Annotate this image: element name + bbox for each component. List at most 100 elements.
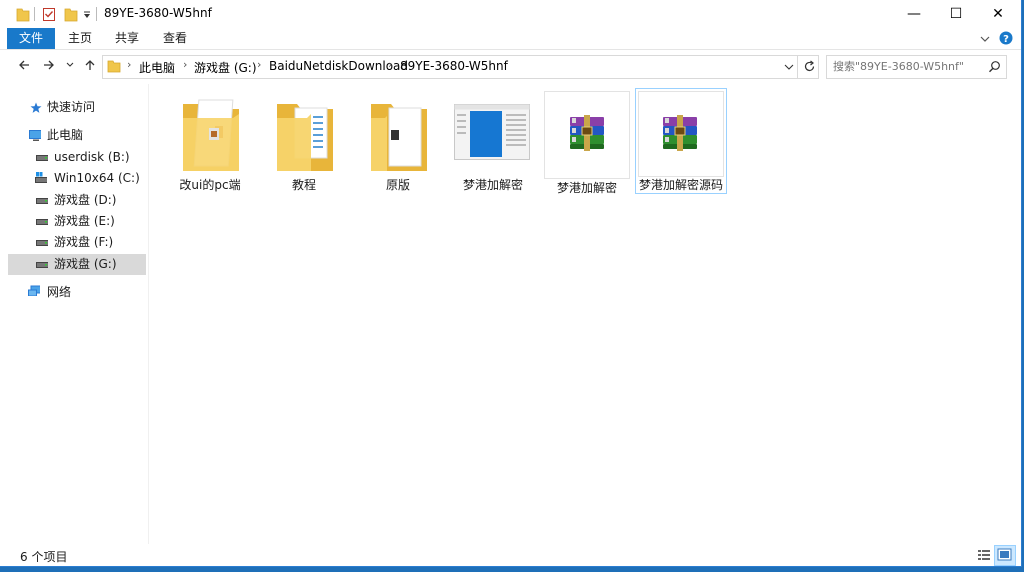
- chevron-down-icon: [784, 64, 794, 70]
- breadcrumb-separator: ›: [257, 58, 262, 71]
- computer-icon: [29, 130, 41, 141]
- tab-share[interactable]: 共享: [109, 28, 145, 49]
- svg-text:?: ?: [1003, 34, 1009, 45]
- close-button[interactable]: ✕: [975, 0, 1021, 28]
- help-icon[interactable]: ?: [999, 31, 1013, 45]
- winrar-archive-icon: [663, 115, 697, 151]
- nav-label: userdisk (B:): [54, 150, 130, 164]
- forward-button[interactable]: [40, 58, 58, 74]
- drive-icon: [36, 262, 48, 268]
- maximize-icon: ☐: [949, 6, 963, 22]
- nav-network[interactable]: 网络: [8, 282, 146, 303]
- tab-file[interactable]: 文件: [7, 28, 55, 49]
- file-list: 改ui的pc端 教程 原版 梦港加解密 梦港加解密 梦港加解密源码: [149, 84, 1021, 544]
- nav-label: 游戏盘 (F:): [54, 235, 114, 249]
- back-button[interactable]: [15, 58, 33, 74]
- navigation-pane: 快速访问 此电脑 userdisk (B:) Win10x64 (C:) 游戏盘…: [0, 84, 148, 544]
- search-box[interactable]: [826, 55, 1007, 79]
- folder-icon: [183, 99, 239, 171]
- drive-icon: [36, 155, 48, 161]
- folder-icon: [16, 8, 30, 22]
- breadcrumb-separator: ›: [183, 58, 188, 71]
- tab-view[interactable]: 查看: [157, 28, 193, 49]
- large-icons-view-icon: [997, 548, 1012, 561]
- back-arrow-icon: [19, 60, 29, 70]
- forward-arrow-icon: [44, 60, 54, 70]
- separator: [797, 56, 798, 78]
- explorer-window: 89YE-3680-W5hnf — ☐ ✕ 文件 主页 共享 查看 ? › 此电…: [0, 0, 1022, 567]
- large-icons-view-button[interactable]: [994, 545, 1016, 566]
- customize-dropdown-icon[interactable]: [82, 6, 92, 22]
- nav-label: Win10x64 (C:): [54, 171, 140, 185]
- file-item-folder[interactable]: 改ui的pc端: [165, 88, 255, 192]
- breadcrumb-current-folder[interactable]: 89YE-3680-W5hnf: [400, 59, 508, 73]
- nav-label: 快速访问: [47, 100, 96, 114]
- nav-label: 游戏盘 (D:): [54, 193, 117, 207]
- up-arrow-icon: [85, 60, 95, 70]
- file-name: 梦港加解密: [462, 178, 523, 192]
- details-view-icon[interactable]: [976, 547, 992, 563]
- windows-drive-icon: [35, 172, 47, 183]
- nav-label: 游戏盘 (G:): [54, 257, 117, 271]
- properties-icon[interactable]: [42, 6, 56, 22]
- nav-drive-c[interactable]: Win10x64 (C:): [8, 168, 146, 189]
- new-folder-icon[interactable]: [64, 6, 78, 22]
- file-name: 教程: [291, 178, 316, 192]
- recent-locations-button[interactable]: [64, 58, 76, 74]
- drive-icon: [36, 240, 48, 246]
- file-item-folder[interactable]: 原版: [353, 88, 443, 192]
- breadcrumb-separator: ›: [127, 58, 132, 71]
- file-name: 改ui的pc端: [179, 178, 241, 192]
- folder-icon: [277, 104, 333, 171]
- close-icon: ✕: [992, 6, 1004, 22]
- network-icon: [28, 285, 40, 296]
- file-name: 梦港加解密: [556, 181, 617, 195]
- nav-this-pc[interactable]: 此电脑: [8, 125, 146, 146]
- file-item-folder[interactable]: 教程: [259, 88, 349, 192]
- nav-label: 网络: [47, 285, 72, 299]
- drive-icon: [36, 219, 48, 225]
- search-input[interactable]: [833, 58, 983, 74]
- nav-drive-b[interactable]: userdisk (B:): [8, 147, 146, 168]
- up-button[interactable]: [81, 58, 99, 74]
- application-icon: [454, 104, 530, 160]
- star-icon: [30, 102, 42, 113]
- folder-icon: [371, 104, 427, 171]
- separator: [96, 7, 97, 21]
- refresh-icon: [804, 60, 815, 72]
- status-bar: 6 个项目: [0, 544, 1021, 566]
- file-item-archive[interactable]: 梦港加解密: [544, 91, 630, 195]
- window-title: 89YE-3680-W5hnf: [104, 6, 212, 20]
- file-name: 梦港加解密源码: [638, 178, 723, 192]
- nav-drive-e[interactable]: 游戏盘 (E:): [8, 211, 146, 232]
- tab-home[interactable]: 主页: [62, 28, 98, 49]
- separator: [34, 7, 35, 21]
- search-icon[interactable]: [988, 60, 1001, 73]
- drive-icon: [36, 198, 48, 204]
- file-item-archive-selected[interactable]: 梦港加解密源码: [635, 88, 727, 194]
- address-history-button[interactable]: [782, 56, 796, 78]
- address-bar[interactable]: › 此电脑 › 游戏盘 (G:) › BaiduNetdiskDownload …: [102, 55, 819, 79]
- maximize-button[interactable]: ☐: [933, 0, 979, 28]
- folder-icon: [107, 60, 121, 73]
- nav-drive-f[interactable]: 游戏盘 (F:): [8, 232, 146, 253]
- nav-drive-d[interactable]: 游戏盘 (D:): [8, 190, 146, 211]
- ribbon-tabs: 文件 主页 共享 查看 ?: [0, 28, 1021, 50]
- nav-drive-g[interactable]: 游戏盘 (G:): [8, 254, 146, 275]
- nav-label: 此电脑: [47, 128, 84, 142]
- breadcrumb-drive-g[interactable]: 游戏盘 (G:): [194, 59, 257, 76]
- minimize-icon: —: [907, 6, 921, 22]
- refresh-button[interactable]: [800, 56, 817, 78]
- nav-quick-access[interactable]: 快速访问: [8, 97, 146, 118]
- breadcrumb-separator: ›: [388, 58, 393, 71]
- chevron-down-icon: [66, 62, 74, 67]
- file-name: 原版: [385, 178, 410, 192]
- nav-label: 游戏盘 (E:): [54, 214, 115, 228]
- file-item-application[interactable]: 梦港加解密: [448, 88, 538, 192]
- expand-ribbon-icon[interactable]: [979, 34, 991, 44]
- title-bar: 89YE-3680-W5hnf — ☐ ✕: [0, 0, 1021, 28]
- winrar-archive-icon: [570, 115, 604, 151]
- minimize-button[interactable]: —: [891, 0, 937, 28]
- breadcrumb-this-pc[interactable]: 此电脑: [139, 59, 175, 76]
- item-count: 6 个项目: [20, 550, 68, 564]
